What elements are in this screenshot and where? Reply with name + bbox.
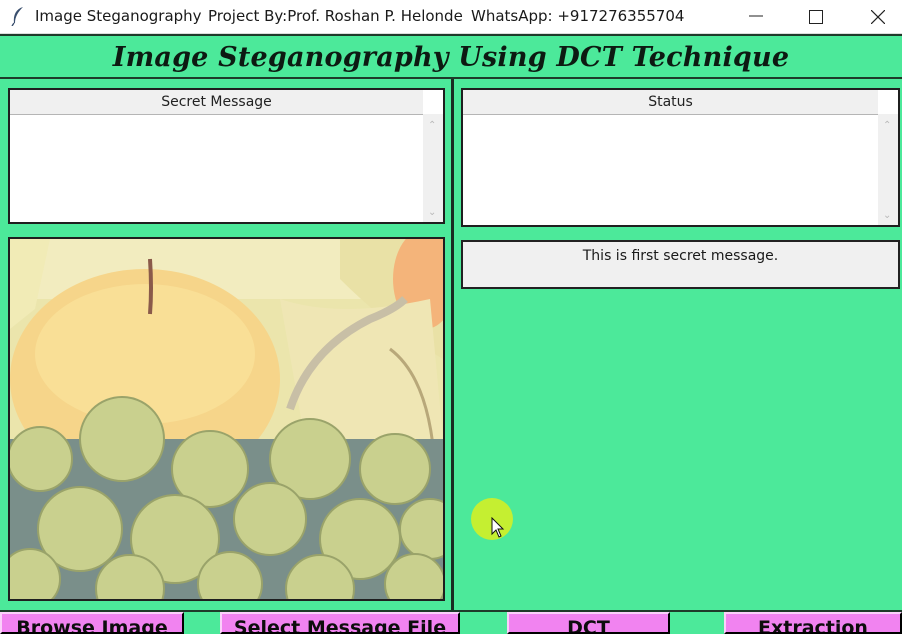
minimize-button[interactable] [733,0,779,33]
secret-message-scrollbar[interactable]: ⌃ ⌄ [423,114,443,222]
secret-message-textarea[interactable] [10,115,423,222]
extracted-message-display: This is first secret message. [461,240,900,289]
mouse-pointer-icon [491,517,505,538]
secret-message-label: Secret Message [10,90,423,115]
status-panel: Status ⌃ ⌄ [461,88,900,227]
secret-message-panel: Secret Message ⌃ ⌄ [8,88,445,224]
maximize-button[interactable] [793,0,839,33]
header-banner: Image Steganography Using DCT Technique [0,34,902,79]
close-button[interactable] [855,0,901,33]
select-message-file-button[interactable]: Select Message File [220,612,460,634]
whatsapp-contact: WhatsApp: +917276355704 [471,7,685,25]
dct-button[interactable]: DCT [507,612,670,634]
scroll-up-icon[interactable]: ⌃ [883,120,891,131]
scroll-down-icon[interactable]: ⌄ [428,207,436,218]
minimize-icon [749,15,763,17]
extraction-button[interactable]: Extraction [724,612,902,634]
window-title-bar: Image Steganography Project By:Prof. Ros… [0,0,902,34]
project-credit: Project By:Prof. Roshan P. Helonde [208,7,463,25]
maximize-icon [809,10,823,24]
feather-icon [11,7,23,26]
scroll-down-icon[interactable]: ⌄ [883,210,891,221]
vertical-divider [451,79,454,610]
status-textarea[interactable] [463,115,878,225]
app-title: Image Steganography [35,7,202,25]
close-icon [871,10,885,24]
scroll-up-icon[interactable]: ⌃ [428,120,436,131]
page-title: Image Steganography Using DCT Technique [112,42,790,73]
browse-image-button[interactable]: Browse Image [0,612,184,634]
status-label: Status [463,90,878,115]
status-scrollbar[interactable]: ⌃ ⌄ [878,114,898,225]
cover-image [8,237,445,601]
